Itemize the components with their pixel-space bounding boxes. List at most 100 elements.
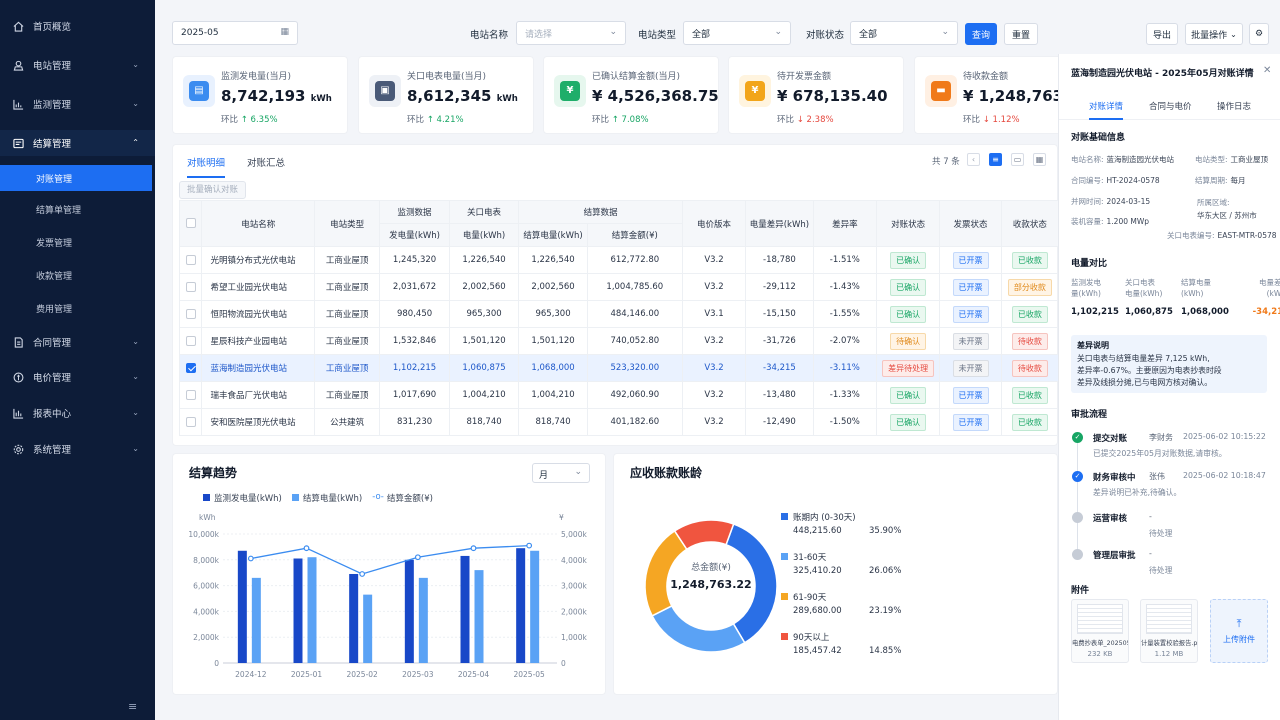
col-price: 电价版本: [681, 200, 747, 247]
tab-summary[interactable]: 对账汇总: [247, 155, 285, 178]
prev-page-icon[interactable]: ‹: [967, 153, 980, 166]
y-left-tick: 8,000k: [193, 556, 219, 565]
bar-settle: [530, 550, 540, 663]
status-select[interactable]: 全部 ⌄: [850, 21, 958, 45]
table-row[interactable]: 光明镇分布式光伏电站 工商业屋顶 1,245,320 1,226,540 1,226,5…: [178, 246, 1060, 274]
sidebar-item-report[interactable]: 报表中心 ⌄: [0, 400, 155, 426]
sidebar-item-settlement[interactable]: 结算管理 ⌃: [0, 130, 155, 156]
table-row[interactable]: 安和医院屋顶光伏电站 公共建筑 831,230 818,740 818,740 401,1…: [178, 408, 1060, 436]
station-select[interactable]: 请选择 ⌄: [516, 21, 626, 45]
table-cell: 1,102,215: [379, 354, 450, 382]
compare-label: 电量(kWh): [1125, 289, 1163, 298]
col-name: 电站名称: [201, 200, 315, 247]
table-cell: 1,226,540: [518, 246, 588, 274]
close-icon[interactable]: ✕: [1263, 65, 1271, 76]
gear-icon[interactable]: ⚙: [1249, 23, 1269, 45]
sidebar-sub-collection[interactable]: 收款管理: [0, 262, 155, 288]
table-cell: -12,490: [745, 408, 814, 436]
col-settle: 结算数据: [518, 200, 683, 224]
card-view-icon[interactable]: ▭: [1011, 153, 1024, 166]
table-cell: 831,230: [379, 408, 450, 436]
status-label: 对账状态: [806, 30, 845, 41]
step-note: 差异说明已补充,待确认。: [1093, 488, 1182, 497]
sidebar-item-system[interactable]: 系统管理 ⌄: [0, 436, 155, 462]
field-label: 电站类型:: [1195, 155, 1228, 164]
legend-swatch: [781, 553, 788, 560]
attachment-file[interactable]: 电费抄表单_202505.pdf 232 KB: [1071, 599, 1129, 663]
month-picker[interactable]: 2025-05 ▦: [172, 21, 298, 45]
sidebar-item-label: 结算管理: [33, 139, 72, 150]
sidebar-item-plant[interactable]: 电站管理 ⌄: [0, 52, 155, 78]
panel-tab-contract[interactable]: 合同与电价: [1149, 100, 1192, 112]
table-row[interactable]: 恒阳物流园光伏电站 工商业屋顶 980,450 965,300 965,300 484,1…: [178, 300, 1060, 328]
legend-swatch: [291, 494, 299, 501]
aging-bucket-label: 31-60天: [793, 553, 827, 563]
type-select[interactable]: 全部 ⌄: [683, 21, 791, 45]
table-cell: 工商业屋顶: [313, 300, 381, 328]
legend-line-icon: -o-: [372, 492, 384, 502]
batch-operation-button[interactable]: 批量操作 ⌄: [1185, 23, 1243, 45]
table-cell: -18,780: [745, 246, 814, 274]
kpi-icon: ▣: [369, 75, 401, 107]
field-label: 装机容量:: [1071, 217, 1104, 226]
field-label: 结算周期:: [1195, 176, 1228, 185]
y-right-unit: ¥: [559, 513, 564, 522]
sidebar-sub-expense[interactable]: 费用管理: [0, 295, 155, 321]
col-settle-amount: 结算金额(¥): [586, 223, 683, 247]
kpi-title: 待收款金额: [963, 72, 1009, 82]
step-user: 李财务: [1149, 433, 1173, 442]
list-view-icon[interactable]: ≡: [989, 153, 1002, 166]
table-cell: 公共建筑: [313, 408, 381, 436]
row-checkbox[interactable]: [178, 246, 203, 274]
field-value: EAST-MTR-0578: [1217, 231, 1277, 240]
sidebar-sub-statement[interactable]: 结算单管理: [0, 196, 155, 222]
compare-item: 结算电量 (kWh) 1,068,000: [1181, 277, 1235, 317]
export-button[interactable]: 导出: [1146, 23, 1178, 45]
row-checkbox[interactable]: [178, 273, 203, 301]
table-row[interactable]: 星辰科技产业园电站 工商业屋顶 1,532,846 1,501,120 1,501,12…: [178, 327, 1060, 355]
sidebar-item-price[interactable]: 电价管理 ⌄: [0, 364, 155, 390]
field-label: 关口电表编号:: [1167, 231, 1215, 240]
query-button[interactable]: 查询: [965, 23, 997, 45]
panel-tab-log[interactable]: 操作日志: [1217, 100, 1251, 112]
reset-button[interactable]: 重置: [1004, 23, 1038, 45]
collapse-menu-icon[interactable]: ≡: [128, 700, 137, 713]
step-user: -: [1149, 512, 1152, 521]
sidebar-sub-reconcile[interactable]: 对账管理: [0, 165, 152, 191]
status-badge: 已开票: [952, 386, 989, 404]
panel-tab-detail[interactable]: 对账详情: [1089, 100, 1124, 120]
amount-point: [303, 545, 310, 552]
row-checkbox[interactable]: [178, 300, 203, 328]
step-connector: [1077, 522, 1078, 551]
kpi-title: 关口电表电量(当月): [407, 72, 487, 82]
status-badge: 待收款: [1011, 359, 1048, 377]
sidebar-item-home[interactable]: 首页概览: [0, 13, 155, 39]
bar-settle: [251, 577, 261, 663]
amount-point: [247, 555, 254, 562]
tab-detail[interactable]: 对账明细: [187, 155, 226, 178]
row-checkbox[interactable]: [178, 408, 203, 436]
step-connector: [1077, 442, 1078, 473]
table-row[interactable]: 希望工业园光伏电站 工商业屋顶 2,031,672 2,002,560 2,002,56…: [178, 273, 1060, 301]
period-select[interactable]: 月 ⌄: [532, 463, 590, 483]
attachment-file[interactable]: 计量装置校验报告.pdf 1.12 MB: [1140, 599, 1198, 663]
status-cell: 部分收款: [1000, 273, 1060, 301]
row-checkbox[interactable]: [178, 381, 203, 409]
grid-view-icon[interactable]: ▦: [1033, 153, 1046, 166]
donut-slice: [673, 519, 735, 551]
legend-label: 结算电量(kWh): [302, 494, 363, 504]
chevron-up-icon: ⌃: [132, 138, 139, 147]
file-size: 1.12 MB: [1154, 650, 1184, 658]
row-checkbox[interactable]: [178, 327, 203, 355]
sidebar-item-monitor[interactable]: 监测管理 ⌄: [0, 91, 155, 117]
select-all-checkbox[interactable]: [178, 200, 203, 247]
step-time: 2025-06-02 10:15:22: [1183, 432, 1266, 441]
table-row[interactable]: 瑞丰食品厂光伏电站 工商业屋顶 1,017,690 1,004,210 1,004,21…: [178, 381, 1060, 409]
sidebar-item-contract[interactable]: 合同管理 ⌄: [0, 329, 155, 355]
upload-attachment-button[interactable]: ⤒ 上传附件: [1210, 599, 1268, 663]
sidebar-sub-invoice[interactable]: 发票管理: [0, 229, 155, 255]
batch-confirm-button[interactable]: 批量确认对账: [179, 181, 246, 199]
step-connector: [1077, 481, 1078, 514]
table-row[interactable]: 蓝海制造园光伏电站 工商业屋顶 1,102,215 1,060,875 1,068,00…: [178, 354, 1060, 382]
row-checkbox[interactable]: [178, 354, 203, 382]
